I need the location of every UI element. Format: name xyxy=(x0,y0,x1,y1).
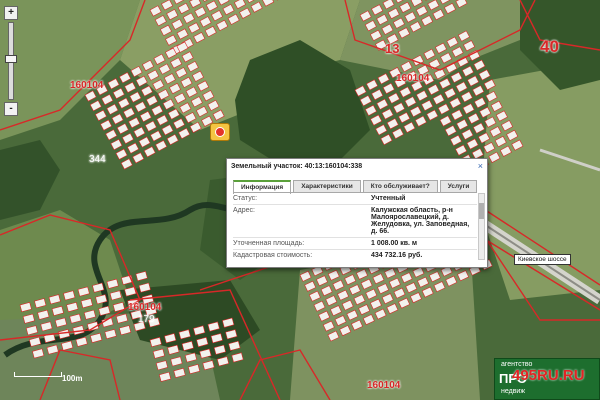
parcel-info-popup: Земельный участок: 40:13:160104:338 × Ин… xyxy=(226,158,488,268)
scale-label: 100m xyxy=(62,374,83,383)
scale-bar: 100m xyxy=(14,372,82,383)
zoom-slider-handle[interactable] xyxy=(5,55,17,63)
info-row-area: Уточненная площадь: 1 008.00 кв. м xyxy=(233,238,477,250)
cost-label: Кадастровая стоимость: xyxy=(233,252,313,259)
map-pin-icon[interactable] xyxy=(210,123,230,141)
pin-dot xyxy=(215,127,225,137)
road-label: Киевское шоссе xyxy=(514,254,571,265)
area-label: Уточненная площадь: xyxy=(233,240,305,247)
zoom-in-button[interactable]: + xyxy=(4,6,18,20)
agency-watermark: агентство ПРО 495RU.RU недвиж xyxy=(494,358,600,400)
quarter-label: 160104 xyxy=(396,73,430,84)
info-row-status: Статус: Учтенный xyxy=(233,193,477,205)
quarter-label: 160104 xyxy=(367,380,401,391)
quarter-label-13: 13 xyxy=(385,41,400,56)
quarter-label-40: 40 xyxy=(540,37,559,56)
info-row-address: Адрес: Калужская область, р-н Малояросла… xyxy=(233,205,477,238)
close-icon[interactable]: × xyxy=(478,161,483,171)
zoom-slider[interactable] xyxy=(5,22,17,100)
popup-title: Земельный участок: 40:13:160104:338 xyxy=(231,163,363,170)
scale-ruler xyxy=(14,372,62,377)
scrollbar-thumb[interactable] xyxy=(479,203,484,219)
zoom-control: + - xyxy=(4,6,18,116)
plot-number: 179 xyxy=(138,314,155,325)
status-value: Учтенный xyxy=(371,195,406,202)
quarter-label: 160104 xyxy=(128,302,162,313)
watermark-bottom: недвиж xyxy=(501,388,526,395)
map-view[interactable]: + - 13 40 160104 160104 160104 160104 34… xyxy=(0,0,600,400)
zoom-out-button[interactable]: - xyxy=(4,102,18,116)
quarter-label: 160104 xyxy=(70,80,104,91)
status-label: Статус: xyxy=(233,195,258,202)
area-value: 1 008.00 кв. м xyxy=(371,240,418,247)
info-row-cost: Кадастровая стоимость: 434 732.16 руб. xyxy=(233,250,477,261)
cost-value: 434 732.16 руб. xyxy=(371,252,423,259)
plot-number: 344 xyxy=(89,154,106,165)
info-panel: Статус: Учтенный Адрес: Калужская област… xyxy=(233,192,477,261)
watermark-url: 495RU.RU xyxy=(512,367,585,384)
address-value: Калужская область, р-н Малоярославецкий,… xyxy=(371,207,470,235)
address-label: Адрес: xyxy=(233,207,255,214)
popup-scrollbar[interactable] xyxy=(478,193,485,260)
